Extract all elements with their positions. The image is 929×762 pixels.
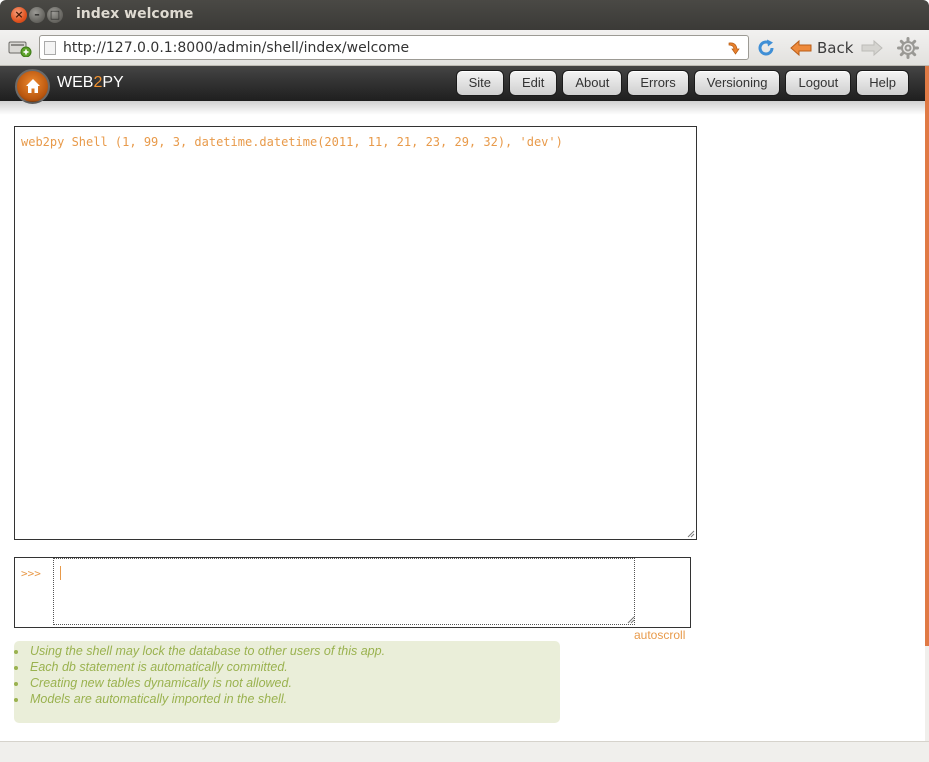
shell-input[interactable] (53, 558, 635, 625)
shell-notes: Using the shell may lock the database to… (14, 641, 560, 723)
home-button[interactable] (15, 69, 50, 104)
forward-arrow-icon[interactable] (861, 39, 883, 57)
menu-help-button[interactable]: Help (856, 70, 909, 96)
add-bookmark-icon[interactable] (8, 39, 32, 57)
reload-icon[interactable] (756, 38, 776, 58)
shell-output-text: web2py Shell (1, 99, 3, datetime.datetim… (21, 135, 563, 149)
list-item: Models are automatically imported in the… (14, 692, 385, 708)
back-button[interactable]: Back (790, 37, 853, 59)
list-item: Using the shell may lock the database to… (14, 644, 385, 660)
back-arrow-icon (790, 39, 812, 57)
header-shadow (0, 101, 925, 115)
status-bar (0, 741, 929, 762)
menu-site-button[interactable]: Site (455, 70, 504, 96)
vertical-scrollbar[interactable] (925, 66, 929, 646)
web2py-logo: WEB2PY (57, 74, 124, 91)
menu-errors-button[interactable]: Errors (627, 70, 689, 96)
window-title: index welcome (76, 6, 194, 22)
menu-about-button[interactable]: About (562, 70, 623, 96)
scrollbar-track (925, 646, 929, 742)
app-header: WEB2PY Site Edit About Errors Versioning… (0, 66, 925, 104)
back-label: Back (817, 39, 854, 57)
gear-icon[interactable] (897, 37, 919, 59)
window-titlebar: × – □ index welcome (0, 0, 929, 30)
close-window-button[interactable]: × (11, 7, 27, 23)
maximize-window-button[interactable]: □ (47, 7, 63, 23)
resize-grip-icon[interactable] (627, 616, 635, 624)
page-icon (44, 41, 56, 55)
main-menu: Site Edit About Errors Versioning Logout… (455, 70, 909, 96)
menu-versioning-button[interactable]: Versioning (693, 70, 781, 96)
menu-logout-button[interactable]: Logout (785, 70, 852, 96)
menu-edit-button[interactable]: Edit (508, 70, 558, 96)
autoscroll-link[interactable]: autoscroll (634, 628, 685, 642)
list-item: Each db statement is automatically commi… (14, 660, 385, 676)
home-icon (26, 79, 40, 93)
shell-prompt: >>> (21, 567, 41, 580)
text-caret (60, 566, 61, 580)
go-arrow-icon[interactable] (726, 40, 742, 56)
shell-output: web2py Shell (1, 99, 3, datetime.datetim… (14, 126, 697, 540)
resize-grip-icon[interactable] (687, 530, 695, 538)
url-text[interactable]: http://127.0.0.1:8000/admin/shell/index/… (63, 40, 409, 56)
shell-input-container: >>> (14, 557, 691, 628)
minimize-window-button[interactable]: – (29, 7, 45, 23)
url-bar[interactable]: http://127.0.0.1:8000/admin/shell/index/… (39, 35, 749, 60)
browser-toolbar: http://127.0.0.1:8000/admin/shell/index/… (0, 30, 929, 66)
list-item: Creating new tables dynamically is not a… (14, 676, 385, 692)
